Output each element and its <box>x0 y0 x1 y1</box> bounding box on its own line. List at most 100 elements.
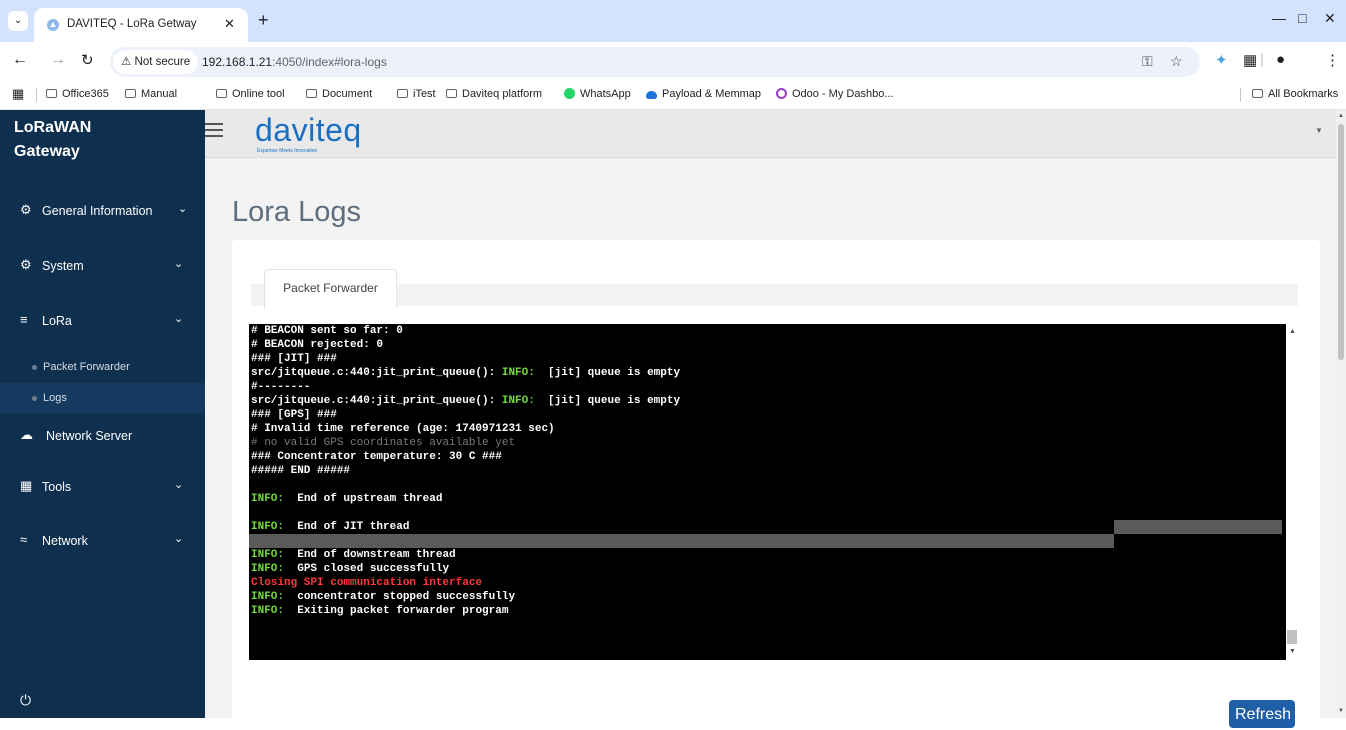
log-segment: INFO: <box>501 367 535 379</box>
log-console[interactable]: # BEACON sent so far: 0 # BEACON rejected… <box>249 324 1286 660</box>
sidebar-item-label: Network Server <box>46 429 133 443</box>
log-segment: ### [GPS] ### <box>251 409 337 421</box>
profile-avatar[interactable]: ● <box>1276 51 1285 68</box>
chevron-down-icon: ⌄ <box>174 479 184 491</box>
page-title: Lora Logs <box>232 196 361 228</box>
sidebar-item-tools[interactable]: ▦ Tools ⌄ <box>0 472 205 502</box>
bookmark-payload-memmap[interactable]: Payload & Memmap <box>646 88 761 100</box>
tab-close-icon[interactable]: ✕ <box>224 16 235 32</box>
extension-bird-icon[interactable]: ✦ <box>1215 51 1228 69</box>
cloud-icon <box>646 91 657 99</box>
window-close-icon[interactable]: ✕ <box>1324 10 1336 27</box>
topbar-dropdown-icon[interactable]: ▼ <box>1315 126 1323 135</box>
log-segment: ### [JIT] ### <box>251 353 337 365</box>
log-scrollbar[interactable]: ▲ ▼ <box>1286 324 1298 660</box>
apps-grid-icon[interactable]: ▦ <box>12 86 24 102</box>
forward-arrow-icon[interactable]: → <box>50 51 66 69</box>
extensions-puzzle-icon[interactable]: ▦ <box>1243 51 1257 69</box>
bookmark-itest[interactable]: iTest <box>397 88 436 100</box>
whatsapp-icon <box>564 88 575 99</box>
bookmark-online-tool[interactable]: Online tool <box>216 88 285 100</box>
security-chip[interactable]: ⚠ Not secure <box>113 50 199 74</box>
log-segment: GPS closed successfully <box>284 563 450 575</box>
bookmark-whatsapp[interactable]: WhatsApp <box>564 88 631 100</box>
bullet-icon <box>32 365 37 370</box>
key-icon[interactable]: ⚿ <box>1142 53 1153 70</box>
odoo-icon <box>776 88 787 99</box>
sidebar-subitem-logs[interactable]: Logs <box>0 383 205 413</box>
log-line: Closing SPI communication interface <box>251 576 1284 590</box>
sidebar-item-network[interactable]: ≈ Network ⌄ <box>0 526 205 556</box>
log-line: INFO: Exiting packet forwarder program <box>251 604 1284 618</box>
folder-icon <box>1252 89 1263 98</box>
subitem-label: Packet Forwarder <box>43 361 130 373</box>
log-line: ### [GPS] ### <box>251 408 1284 422</box>
address-bar[interactable]: ⚠ Not secure 192.168.1.21:4050/index#lor… <box>110 47 1200 77</box>
tab-packet-forwarder[interactable]: Packet Forwarder <box>264 269 397 309</box>
bookmark-document[interactable]: Document <box>306 88 372 100</box>
browser-toolbar: ← → ↻ ⚠ Not secure 192.168.1.21:4050/ind… <box>0 42 1346 80</box>
chevron-down-icon: ⌄ <box>178 203 188 215</box>
reload-icon[interactable]: ↻ <box>81 51 94 69</box>
log-segment: INFO: <box>251 563 285 575</box>
scroll-up-icon[interactable]: ▲ <box>1338 113 1344 119</box>
log-line: #-------- <box>251 380 1284 394</box>
scroll-up-icon[interactable]: ▲ <box>1289 328 1296 335</box>
wifi-icon: ≈ <box>20 532 28 547</box>
log-segment: src/jitqueue.c:440:jit_print_queue(): <box>251 395 502 407</box>
subitem-label: Logs <box>43 392 67 404</box>
new-tab-icon[interactable]: + <box>258 10 269 31</box>
chevron-down-icon: ⌄ <box>174 533 184 545</box>
page-scrollbar[interactable]: ▲ ▼ <box>1336 110 1346 718</box>
bookmark-separator <box>36 88 37 102</box>
log-segment: INFO: <box>251 521 285 533</box>
log-segment: Closing SPI communication interface <box>251 577 483 589</box>
log-line: INFO: GPS closed successfully <box>251 562 1284 576</box>
log-line: # BEACON sent so far: 0 <box>251 324 1284 338</box>
folder-icon <box>306 89 317 98</box>
gear-icon: ⚙ <box>20 257 32 272</box>
bookmarks-bar: ▦ Office365 Manual Online tool Document … <box>0 80 1346 110</box>
scroll-down-icon[interactable]: ▼ <box>1289 648 1296 655</box>
bookmark-daviteq-platform[interactable]: Daviteq platform <box>446 88 542 100</box>
daviteq-logo: daviteq Expertise Meets Innovation <box>255 112 362 154</box>
refresh-button[interactable]: Refresh <box>1229 700 1295 728</box>
warning-icon: ⚠ <box>121 56 132 68</box>
tab-search-chevron-icon[interactable]: ⌄ <box>8 11 28 31</box>
url-host: 192.168.1.21 <box>202 55 273 69</box>
antenna-icon: ≡ <box>20 312 28 327</box>
star-icon[interactable]: ☆ <box>1170 53 1183 70</box>
restore-icon[interactable]: □ <box>1298 10 1306 26</box>
browser-tab[interactable]: DAVITEQ - LoRa Getway ✕ <box>34 8 248 42</box>
all-bookmarks[interactable]: All Bookmarks <box>1252 88 1338 100</box>
folder-icon <box>446 89 457 98</box>
log-segment: INFO: <box>251 493 285 505</box>
sidebar-item-label: Tools <box>42 480 72 494</box>
scroll-thumb[interactable] <box>1287 630 1297 644</box>
sidebar-item-label: System <box>42 259 84 273</box>
back-arrow-icon[interactable]: ← <box>12 51 28 69</box>
log-line: INFO: End of downstream thread <box>251 548 1284 562</box>
hamburger-menu-icon[interactable] <box>205 123 223 137</box>
power-icon[interactable]: ⏻ <box>20 692 31 709</box>
log-line: # Invalid time reference (age: 174097123… <box>251 422 1284 436</box>
main-content: daviteq Expertise Meets Innovation ▼ Lor… <box>205 110 1336 730</box>
sidebar: LoRaWAN Gateway ⚙ General Information ⌄ … <box>0 110 205 718</box>
sidebar-subitem-packet-forwarder[interactable]: Packet Forwarder <box>0 352 205 382</box>
bookmark-manual[interactable]: Manual <box>125 88 177 100</box>
sidebar-item-system[interactable]: ⚙ System ⌄ <box>0 251 205 281</box>
sidebar-item-lora[interactable]: ≡ LoRa ⌄ <box>0 306 205 336</box>
not-secure-label: Not secure <box>134 56 191 68</box>
minimize-icon[interactable]: — <box>1272 10 1286 26</box>
log-line: ### [JIT] ### <box>251 352 1284 366</box>
sidebar-item-label: Network <box>42 534 88 548</box>
bookmark-office365[interactable]: Office365 <box>46 88 109 100</box>
scroll-down-icon[interactable]: ▼ <box>1338 708 1344 714</box>
bookmark-odoo[interactable]: Odoo - My Dashbo... <box>776 88 894 100</box>
more-menu-icon[interactable]: ⋮ <box>1325 51 1340 69</box>
sidebar-item-general-information[interactable]: ⚙ General Information ⌄ <box>0 196 205 226</box>
scroll-thumb[interactable] <box>1338 124 1344 360</box>
log-segment: # BEACON rejected: 0 <box>251 339 384 351</box>
sidebar-item-network-server[interactable]: ☁ Network Server <box>0 421 205 451</box>
tab-title: DAVITEQ - LoRa Getway <box>67 18 197 30</box>
